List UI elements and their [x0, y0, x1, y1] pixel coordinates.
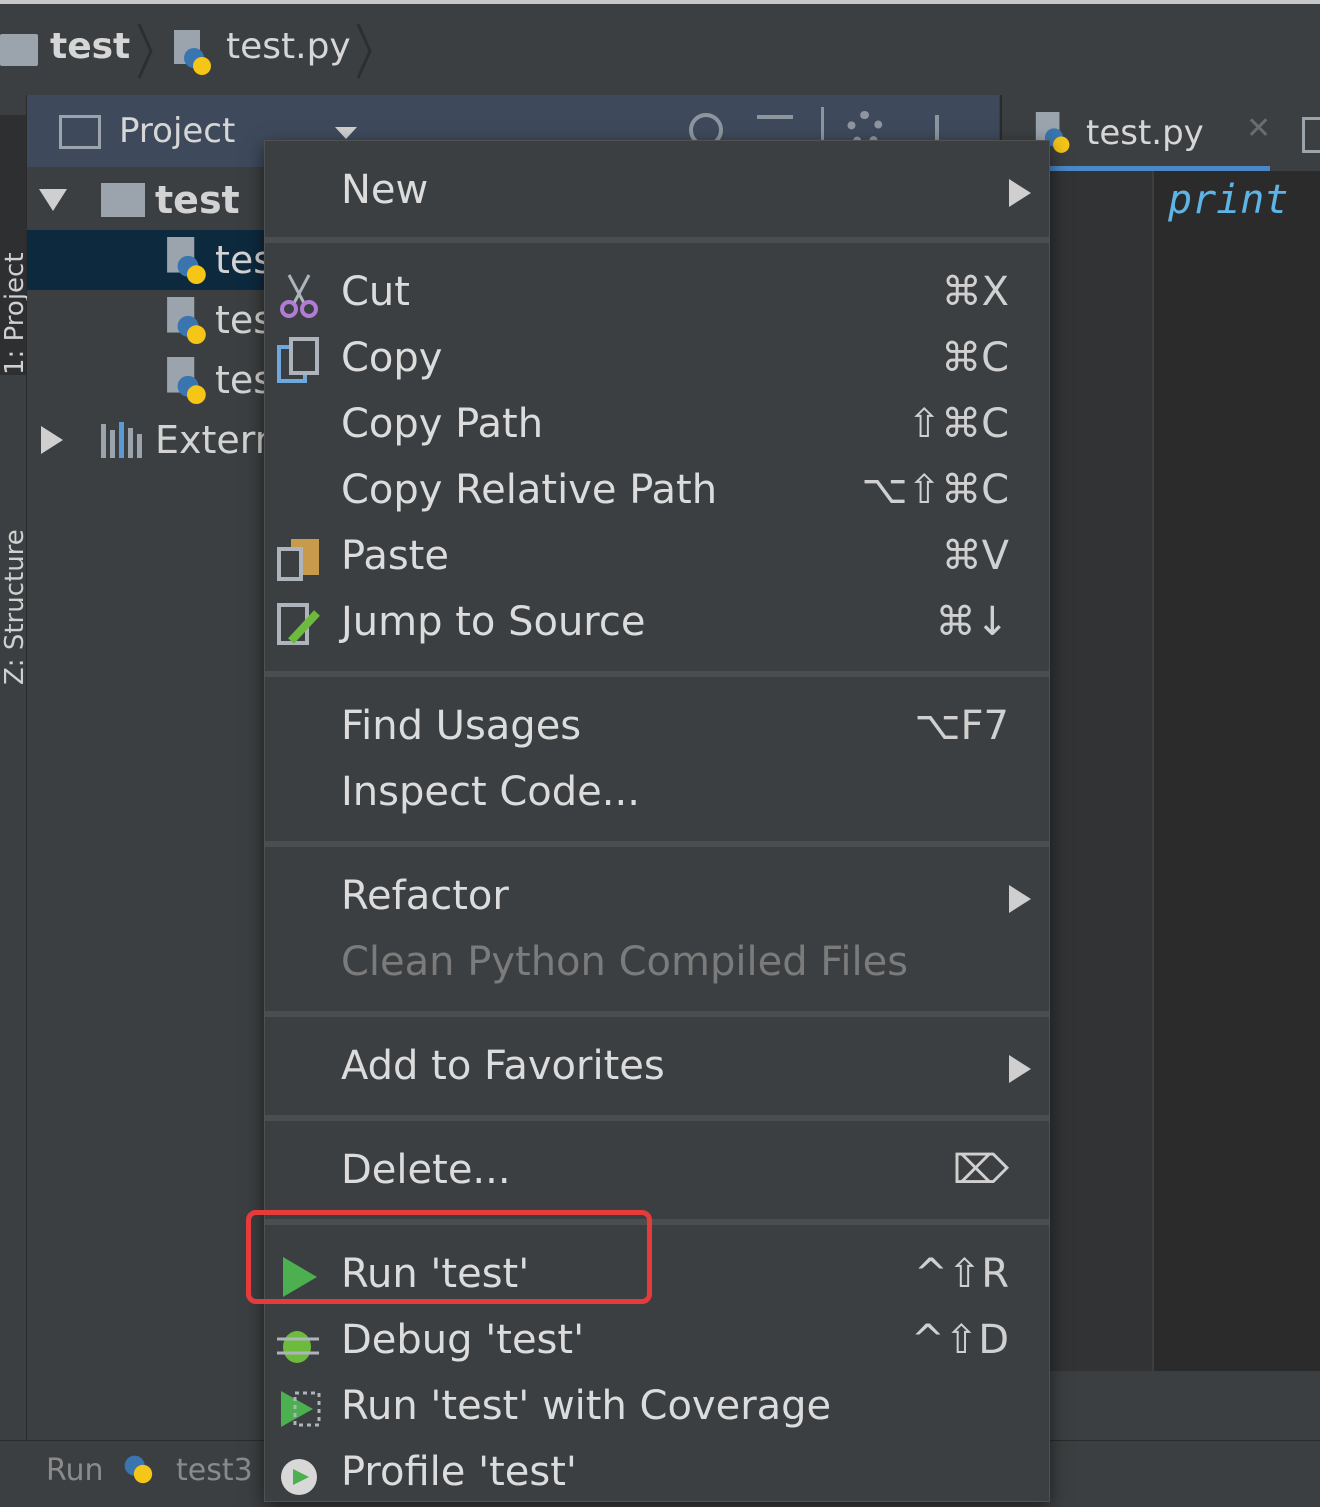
editor-tab[interactable]: test.py ✕ — [1030, 95, 1271, 171]
project-view-selector[interactable]: Project — [119, 111, 235, 151]
menu-item-copy-relative-path[interactable]: Copy Relative Path ⌥⇧⌘C — [265, 459, 1049, 525]
navigation-bar: test test.py — [0, 0, 1320, 95]
breadcrumb-separator — [356, 23, 372, 79]
run-tool-label[interactable]: Run — [46, 1453, 104, 1488]
tool-window-strip: 1: Project Z: Structure — [0, 95, 30, 1486]
paste-icon — [277, 539, 319, 581]
code-line: print — [1168, 177, 1289, 223]
editor-tab-overflow[interactable] — [1302, 117, 1320, 153]
close-icon[interactable]: ✕ — [1246, 111, 1271, 146]
folder-icon — [0, 34, 38, 66]
submenu-arrow-icon — [1009, 1055, 1031, 1083]
tree-label: Extern — [155, 418, 279, 462]
folder-icon — [101, 183, 145, 217]
menu-separator — [265, 671, 1049, 677]
python-file-icon — [167, 297, 206, 345]
menu-item-find-usages[interactable]: Find Usages ⌥F7 — [265, 695, 1049, 761]
editor-tab-label: test.py — [1086, 113, 1204, 153]
python-file-icon — [167, 237, 206, 285]
menu-item-paste[interactable]: Paste ⌘V — [265, 525, 1049, 591]
tree-row-file[interactable]: tes — [27, 230, 287, 290]
menu-separator — [265, 841, 1049, 847]
coverage-icon — [281, 1391, 321, 1427]
highlight-box — [246, 1210, 652, 1304]
profile-icon — [281, 1459, 317, 1495]
menu-item-add-to-favorites[interactable]: Add to Favorites — [265, 1035, 1049, 1101]
menu-item-new[interactable]: New — [265, 159, 1049, 225]
menu-separator — [265, 1115, 1049, 1121]
project-view-icon — [59, 115, 101, 149]
menu-item-profile[interactable]: Profile 'test' — [265, 1441, 1049, 1507]
menu-item-copy-path[interactable]: Copy Path ⇧⌘C — [265, 393, 1049, 459]
debug-bug-icon — [277, 1331, 319, 1363]
menu-item-refactor[interactable]: Refactor — [265, 865, 1049, 931]
run-config-label[interactable]: test3 — [176, 1453, 253, 1488]
expand-arrow-icon[interactable] — [39, 189, 67, 211]
menu-item-inspect-code[interactable]: Inspect Code... — [265, 761, 1049, 827]
python-file-icon — [172, 28, 216, 76]
expand-arrow-icon[interactable] — [41, 426, 63, 454]
breadcrumb-folder[interactable]: test — [50, 26, 130, 67]
menu-item-delete[interactable]: Delete... ⌦ — [265, 1139, 1049, 1205]
submenu-arrow-icon — [1009, 179, 1031, 207]
library-icon — [101, 422, 142, 458]
breadcrumb-separator — [137, 23, 153, 79]
scissors-icon — [280, 274, 318, 318]
breadcrumb-file[interactable]: test.py — [226, 26, 351, 67]
submenu-arrow-icon — [1009, 885, 1031, 913]
tree-row-external-libraries[interactable]: Extern — [27, 410, 287, 470]
menu-item-copy[interactable]: Copy ⌘C — [265, 327, 1049, 393]
python-icon — [124, 1455, 153, 1484]
tree-row-project-root[interactable]: test — [27, 170, 287, 230]
structure-tool-tab[interactable]: Z: Structure — [0, 395, 30, 685]
tree-row-file[interactable]: tes — [27, 350, 287, 410]
menu-separator — [265, 1011, 1049, 1017]
project-tool-tab[interactable]: 1: Project — [0, 115, 30, 375]
edit-source-icon — [277, 603, 320, 645]
delete-key-icon: ⌦ — [952, 1147, 1009, 1193]
menu-item-clean-compiled-files: Clean Python Compiled Files — [341, 939, 909, 985]
chevron-down-icon[interactable] — [335, 127, 357, 139]
tree-row-file[interactable]: tes — [27, 290, 287, 350]
python-file-icon — [167, 357, 206, 405]
menu-item-jump-to-source[interactable]: Jump to Source ⌘↓ — [265, 591, 1049, 657]
menu-separator — [265, 237, 1049, 243]
menu-item-run-with-coverage[interactable]: Run 'test' with Coverage — [265, 1375, 1049, 1441]
menu-item-debug[interactable]: Debug 'test' ^⇧D — [265, 1309, 1049, 1375]
tree-label: test — [155, 178, 240, 222]
menu-item-cut[interactable]: Cut ⌘X — [265, 261, 1049, 327]
copy-icon — [277, 337, 319, 383]
